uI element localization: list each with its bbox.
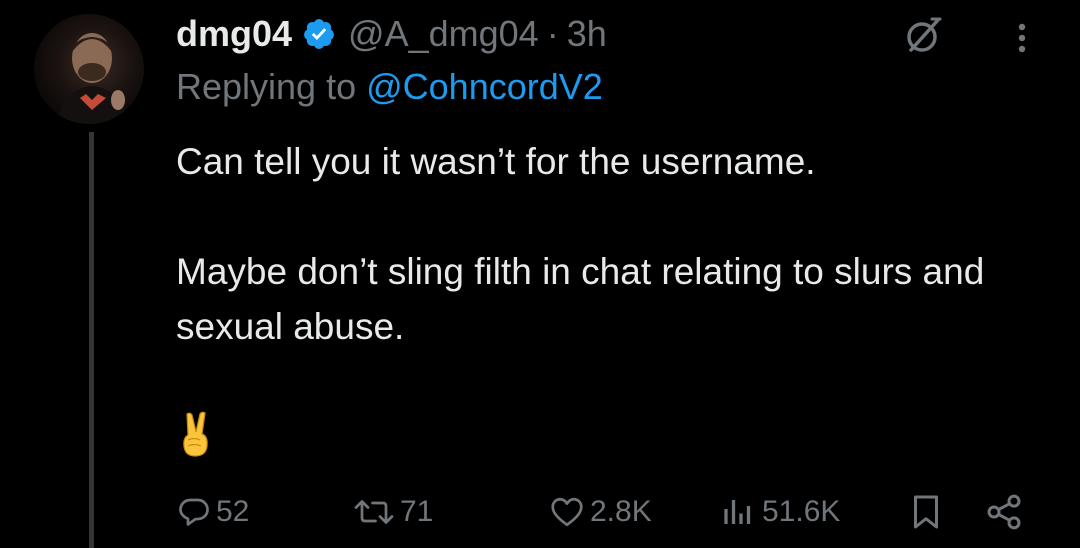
author-display-name[interactable]: dmg04 xyxy=(176,13,292,55)
tweet-text: Can tell you it wasn’t for the username.… xyxy=(176,134,1066,354)
bookmark-button[interactable] xyxy=(908,490,944,534)
retweet-button[interactable]: 71 xyxy=(352,490,433,534)
author-handle[interactable]: @A_dmg04 xyxy=(348,13,539,55)
bookmark-icon xyxy=(914,495,938,529)
tweet-paragraph: Can tell you it wasn’t for the username. xyxy=(176,141,816,182)
views-count: 51.6K xyxy=(762,495,841,528)
more-options-icon[interactable] xyxy=(1010,18,1034,58)
heart-icon xyxy=(551,497,583,527)
like-count: 2.8K xyxy=(590,495,652,528)
replying-to-mention[interactable]: @CohncordV2 xyxy=(366,66,603,107)
replying-to-label: Replying to xyxy=(176,66,367,107)
timestamp[interactable]: 3h xyxy=(567,13,607,55)
tweet-paragraph: Maybe don’t sling filth in chat relating… xyxy=(176,251,985,347)
reply-count: 52 xyxy=(216,495,250,528)
share-icon xyxy=(987,494,1021,530)
thread-line xyxy=(89,132,94,548)
share-button[interactable] xyxy=(984,490,1024,534)
avatar-photo xyxy=(56,33,130,124)
grok-icon[interactable] xyxy=(902,14,944,56)
retweet-count: 71 xyxy=(400,495,434,528)
views-icon xyxy=(724,500,751,524)
victory-hand-icon xyxy=(183,411,208,457)
like-button[interactable]: 2.8K xyxy=(548,490,652,534)
retweet-icon xyxy=(354,500,394,524)
tweet-actions: 52 71 2.8K 51.6K xyxy=(0,490,1080,534)
reply-button[interactable]: 52 xyxy=(176,490,249,534)
avatar[interactable] xyxy=(34,14,144,124)
replying-to: Replying to @CohncordV2 xyxy=(176,66,603,108)
views-button[interactable]: 51.6K xyxy=(718,490,840,534)
verified-badge-icon xyxy=(304,19,334,49)
tweet-header: dmg04 @A_dmg04 · 3h xyxy=(176,10,607,58)
separator-dot: · xyxy=(546,13,559,54)
reply-icon xyxy=(179,498,209,526)
